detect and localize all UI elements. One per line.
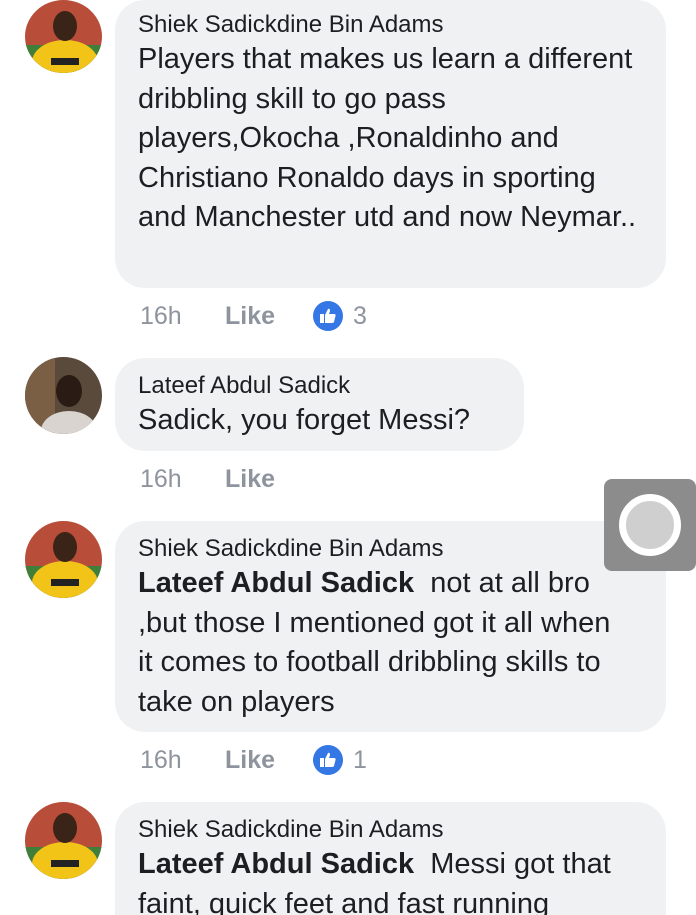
like-button[interactable]: Like	[225, 465, 313, 494]
comment-time[interactable]: 16h	[140, 465, 225, 494]
comment-time[interactable]: 16h	[140, 746, 225, 775]
avatar[interactable]	[25, 357, 102, 434]
like-thumb-icon	[313, 745, 343, 775]
comment-bubble: Lateef Abdul Sadick Sadick, you forget M…	[115, 358, 524, 451]
reaction-summary[interactable]: 3	[313, 301, 367, 331]
comment-author[interactable]: Shiek Sadickdine Bin Adams	[138, 534, 642, 564]
comment-author[interactable]: Shiek Sadickdine Bin Adams	[138, 10, 642, 40]
comment-bubble: Shiek Sadickdine Bin Adams Players that …	[115, 0, 666, 288]
comment-text: Lateef Abdul Sadick Messi got that faint…	[138, 845, 638, 915]
comment-mention[interactable]: Lateef Abdul Sadick	[138, 567, 414, 599]
comment-mention[interactable]: Lateef Abdul Sadick	[138, 848, 414, 880]
comment-bubble: Shiek Sadickdine Bin Adams Lateef Abdul …	[115, 521, 666, 732]
comment-text: Sadick, you forget Messi?	[138, 404, 471, 436]
avatar[interactable]	[25, 802, 102, 879]
comment-text: Players that makes us learn a different …	[138, 43, 637, 233]
like-button[interactable]: Like	[225, 302, 313, 331]
like-button[interactable]: Like	[225, 746, 313, 775]
comment-author[interactable]: Shiek Sadickdine Bin Adams	[138, 815, 642, 845]
chat-head-button[interactable]	[604, 479, 696, 571]
comment-text: Lateef Abdul Sadick not at all bro ,but …	[138, 564, 628, 722]
comment-meta: 16h Like 1	[140, 740, 367, 780]
comment-author[interactable]: Lateef Abdul Sadick	[138, 371, 500, 401]
comment-meta: 16h Like 3	[140, 296, 367, 336]
comment-bubble: Shiek Sadickdine Bin Adams Lateef Abdul …	[115, 802, 666, 915]
like-thumb-icon	[313, 301, 343, 331]
comment-meta: 16h Like	[140, 459, 313, 499]
reaction-summary[interactable]: 1	[313, 745, 367, 775]
comment-thread: Shiek Sadickdine Bin Adams Players that …	[0, 0, 696, 915]
avatar[interactable]	[25, 0, 102, 73]
avatar[interactable]	[25, 521, 102, 598]
comment-time[interactable]: 16h	[140, 302, 225, 331]
reaction-count: 1	[353, 745, 367, 774]
reaction-count: 3	[353, 301, 367, 330]
chat-head-circle-icon	[619, 494, 681, 556]
